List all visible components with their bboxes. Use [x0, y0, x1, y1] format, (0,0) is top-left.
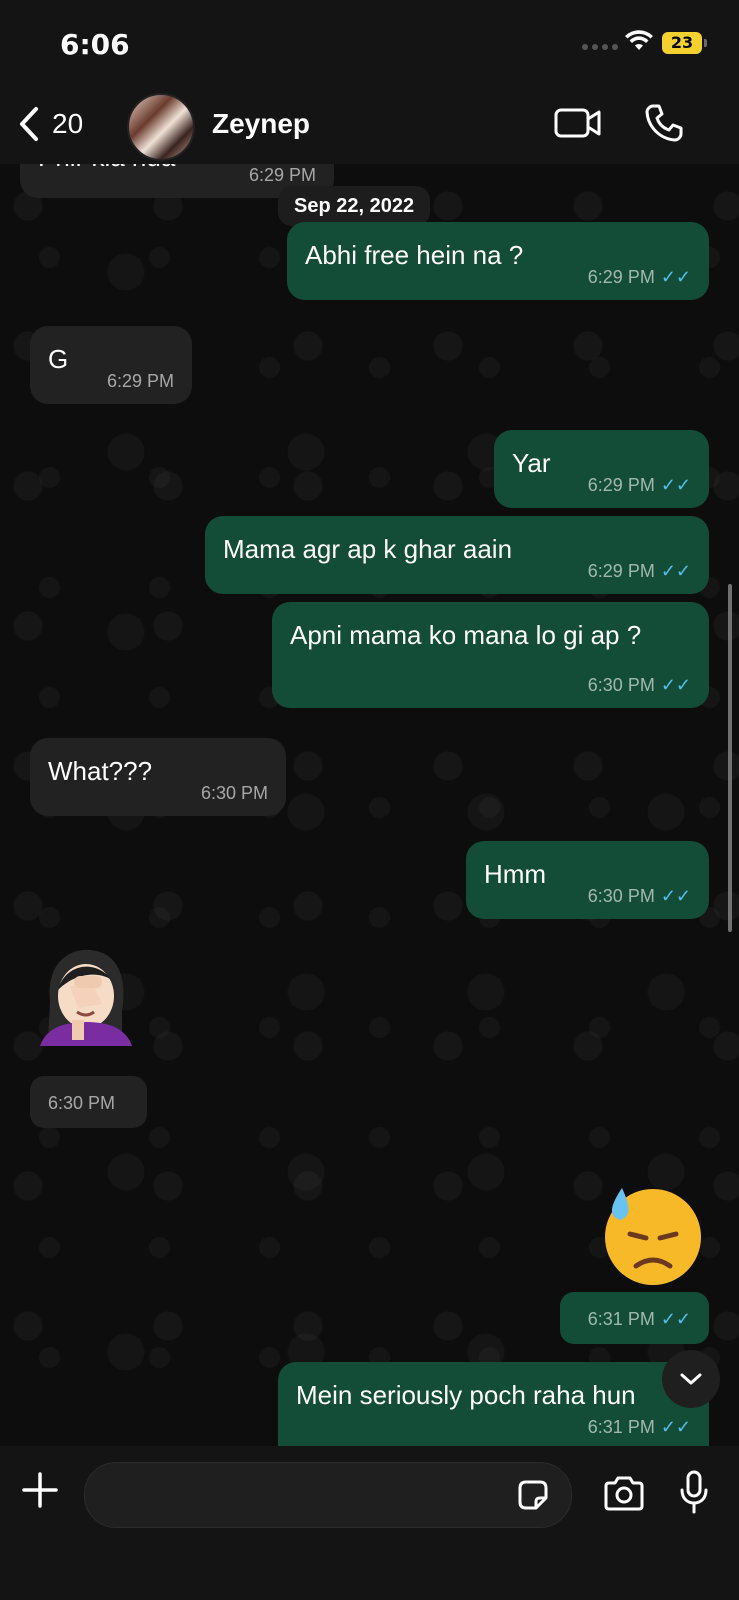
- scroll-to-bottom-button[interactable]: [662, 1350, 720, 1408]
- message-bubble-outgoing[interactable]: Abhi free hein na ? 6:29 PM ✓✓: [287, 222, 709, 300]
- message-text: Apni mama ko mana lo gi ap ?: [290, 620, 642, 650]
- message-meta: 6:30 PM ✓✓: [588, 675, 691, 696]
- message-time: 6:29 PM: [587, 267, 655, 287]
- message-bubble-outgoing[interactable]: Mein seriously poch raha hun 6:31 PM ✓✓: [278, 1362, 709, 1446]
- read-receipt-icon: ✓✓: [660, 675, 691, 695]
- message-bubble-outgoing[interactable]: Yar 6:29 PM ✓✓: [494, 430, 709, 508]
- message-time: 6:30 PM: [587, 886, 655, 906]
- chat-header: 20 Zeynep: [0, 88, 739, 164]
- message-composer: [0, 1446, 739, 1600]
- message-text: What???: [48, 756, 153, 786]
- plus-icon[interactable]: [20, 1470, 60, 1510]
- message-time: 6:29 PM: [248, 165, 316, 185]
- wifi-icon: [625, 30, 653, 50]
- microphone-icon[interactable]: [678, 1470, 710, 1514]
- downcast-face-with-sweat-emoji[interactable]: [600, 1182, 706, 1288]
- message-time: 6:31 PM: [587, 1417, 655, 1437]
- message-bubble-outgoing[interactable]: Mama agr ap k ghar aain 6:29 PM ✓✓: [205, 516, 709, 594]
- message-meta: 6:30 PM: [48, 1093, 115, 1114]
- message-text: Phir kia hua: [38, 164, 175, 173]
- cellular-signal-icon: [582, 44, 618, 50]
- message-meta: 6:29 PM ✓✓: [588, 561, 691, 582]
- read-receipt-icon: ✓✓: [660, 1309, 691, 1329]
- message-bubble-incoming[interactable]: G 6:29 PM: [30, 326, 192, 404]
- message-meta: 6:30 PM ✓✓: [588, 886, 691, 907]
- message-text: Abhi free hein na ?: [305, 240, 524, 270]
- message-meta: 6:29 PM ✓✓: [588, 267, 691, 288]
- message-bubble-incoming[interactable]: What??? 6:30 PM: [30, 738, 286, 816]
- message-meta: 6:29 PM: [107, 371, 174, 392]
- message-meta: 6:29 PM ✓✓: [588, 475, 691, 496]
- message-bubble-incoming[interactable]: 6:30 PM: [30, 1076, 147, 1128]
- message-bubble-outgoing[interactable]: Apni mama ko mana lo gi ap ? 6:30 PM ✓✓: [272, 602, 709, 708]
- message-text: Mama agr ap k ghar aain: [223, 534, 513, 564]
- battery-indicator: 23: [662, 32, 702, 54]
- message-list[interactable]: Phir kia hua 6:29 PM Sep 22, 2022 Abhi f…: [0, 164, 739, 1446]
- message-text: Yar: [512, 448, 551, 478]
- message-bubble-outgoing[interactable]: Hmm 6:30 PM ✓✓: [466, 841, 709, 919]
- phone-icon[interactable]: [644, 103, 684, 143]
- message-text: Mein seriously poch raha hun: [296, 1380, 636, 1410]
- woman-facepalming-emoji[interactable]: [30, 942, 142, 1054]
- back-button[interactable]: 20: [18, 106, 83, 142]
- status-time: 6:06: [60, 28, 130, 61]
- video-call-icon[interactable]: [554, 105, 602, 141]
- message-bubble-outgoing[interactable]: 6:31 PM ✓✓: [560, 1292, 709, 1344]
- message-time: 6:29 PM: [106, 371, 174, 391]
- message-time: 6:30 PM: [587, 675, 655, 695]
- message-meta: 6:31 PM ✓✓: [588, 1417, 691, 1438]
- message-time: 6:30 PM: [48, 1093, 116, 1113]
- message-text: G: [48, 344, 69, 374]
- chevron-left-icon: [20, 107, 38, 141]
- read-receipt-icon: ✓✓: [660, 475, 691, 495]
- message-time: 6:29 PM: [587, 475, 655, 495]
- message-input[interactable]: [84, 1462, 572, 1528]
- read-receipt-icon: ✓✓: [660, 886, 691, 906]
- message-meta: 6:29 PM: [249, 165, 316, 186]
- scrollbar[interactable]: [728, 584, 732, 932]
- read-receipt-icon: ✓✓: [660, 561, 691, 581]
- message-time: 6:31 PM: [587, 1309, 655, 1329]
- message-meta: 6:30 PM: [201, 783, 268, 804]
- date-separator: Sep 22, 2022: [278, 186, 431, 226]
- unread-count: 20: [52, 108, 84, 139]
- sticker-icon[interactable]: [516, 1478, 550, 1512]
- message-text: Hmm: [484, 859, 547, 889]
- status-bar: 6:06 23: [0, 0, 739, 88]
- read-receipt-icon: ✓✓: [660, 1417, 691, 1437]
- camera-icon[interactable]: [602, 1476, 646, 1512]
- message-time: 6:29 PM: [587, 561, 655, 581]
- contact-name[interactable]: Zeynep: [212, 108, 310, 140]
- chevron-down-icon: [680, 1373, 702, 1385]
- message-meta: 6:31 PM ✓✓: [588, 1309, 691, 1330]
- message-time: 6:30 PM: [200, 783, 268, 803]
- contact-avatar[interactable]: [127, 93, 195, 161]
- read-receipt-icon: ✓✓: [660, 267, 691, 287]
- battery-cap: [704, 39, 707, 47]
